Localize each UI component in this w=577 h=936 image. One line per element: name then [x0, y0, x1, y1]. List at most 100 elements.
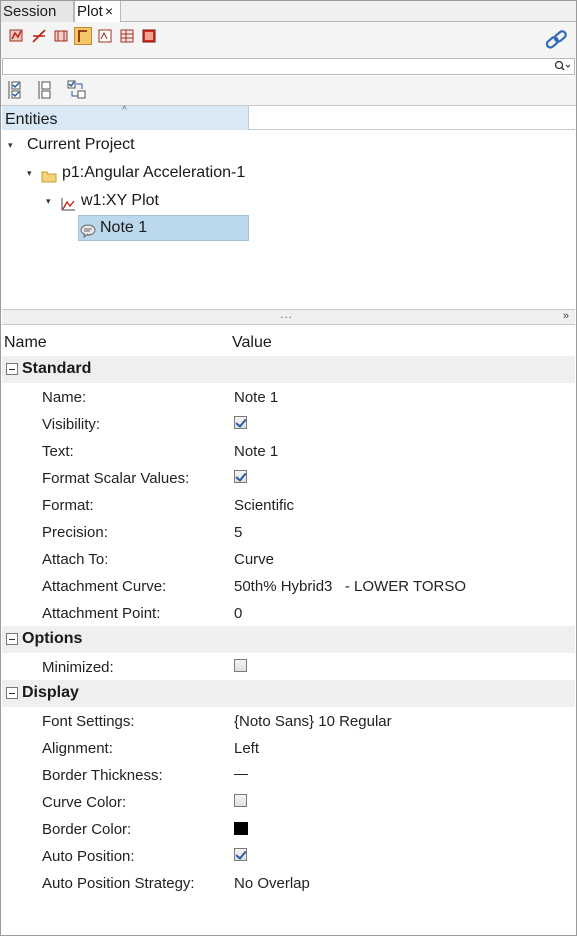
- link-icon[interactable]: [543, 28, 569, 52]
- prop-label: Text:: [42, 443, 74, 460]
- prop-label: Border Thickness:: [42, 767, 163, 784]
- prop-value[interactable]: Note 1: [234, 389, 278, 406]
- prop-row-minimized: Minimized:: [2, 653, 575, 680]
- page-icon[interactable]: [140, 27, 158, 45]
- prop-label: Attachment Curve:: [42, 578, 167, 595]
- prop-row-attachment-point: Attachment Point: 0: [2, 599, 575, 626]
- prop-row-format-scalar: Format Scalar Values:: [2, 464, 575, 491]
- prop-row-border-color: Border Color:: [2, 815, 575, 842]
- tab-plot-label: Plot: [77, 3, 103, 20]
- prop-label: Attach To:: [42, 551, 109, 568]
- tab-session-label: Session: [3, 3, 57, 20]
- entities-label: Entities: [5, 111, 58, 128]
- tab-session[interactable]: Session: [0, 0, 74, 22]
- prop-row-visibility: Visibility:: [2, 410, 575, 437]
- prop-row-curve-color: Curve Color:: [2, 788, 575, 815]
- tree-item-page[interactable]: ▾ p1:Angular Acceleration-1: [2, 160, 302, 186]
- collapse-icon[interactable]: [6, 687, 18, 699]
- prop-row-format: Format: Scientific: [2, 491, 575, 518]
- group-options[interactable]: Options: [2, 626, 575, 653]
- close-icon[interactable]: ×: [105, 3, 113, 19]
- prop-value[interactable]: 50th% Hybrid3 - LOWER TORSO: [234, 578, 466, 595]
- table-icon[interactable]: [118, 27, 136, 45]
- group-standard[interactable]: Standard: [2, 356, 575, 383]
- entity-tree: ▾ Current Project ▾ p1:Angular Accelerat…: [2, 131, 575, 309]
- plot-toolbar: [0, 22, 577, 58]
- entities-header: ^ Entities: [2, 105, 575, 130]
- check-all-icon[interactable]: [6, 79, 28, 101]
- format-scalar-checkbox[interactable]: [234, 470, 247, 483]
- prop-label: Auto Position Strategy:: [42, 875, 195, 892]
- search-input[interactable]: [2, 58, 575, 75]
- prop-row-alignment: Alignment: Left: [2, 734, 575, 761]
- curve-color-checkbox[interactable]: [234, 794, 247, 807]
- group-label: Options: [22, 630, 83, 647]
- prop-row-border-thickness: Border Thickness:: [2, 761, 575, 788]
- prop-row-attach-to: Attach To: Curve: [2, 545, 575, 572]
- prop-label: Attachment Point:: [42, 605, 161, 622]
- splitter-grip: ...: [280, 307, 294, 321]
- prop-row-attachment-curve: Attachment Curve: 50th% Hybrid3 - LOWER …: [2, 572, 575, 599]
- note-tool-icon[interactable]: [74, 27, 92, 45]
- datum-icon[interactable]: [52, 27, 70, 45]
- minimized-checkbox[interactable]: [234, 659, 247, 672]
- prop-label: Font Settings:: [42, 713, 135, 730]
- line-thickness-icon[interactable]: [234, 774, 248, 775]
- expand-icon[interactable]: ▾: [27, 160, 32, 186]
- group-label: Standard: [22, 360, 92, 377]
- prop-value[interactable]: Left: [234, 740, 259, 757]
- xy-plot-icon: [60, 194, 76, 211]
- expand-icon[interactable]: ▾: [8, 132, 13, 158]
- border-color-swatch[interactable]: [234, 822, 248, 835]
- tree-item-window[interactable]: ▾ w1:XY Plot: [2, 188, 302, 214]
- tree-item-label: p1:Angular Acceleration-1: [62, 164, 246, 181]
- prop-label: Minimized:: [42, 659, 114, 676]
- prop-label: Precision:: [42, 524, 108, 541]
- prop-label: Visibility:: [42, 416, 101, 433]
- plot-axes-icon[interactable]: [8, 27, 26, 45]
- prop-value[interactable]: {Noto Sans} 10 Regular: [234, 713, 392, 730]
- prop-value[interactable]: 5: [234, 524, 242, 541]
- collapse-icon[interactable]: [6, 363, 18, 375]
- collapse-chevron-icon[interactable]: »: [563, 310, 569, 322]
- prop-label: Name:: [42, 389, 87, 406]
- curve-icon[interactable]: [30, 27, 48, 45]
- prop-label: Curve Color:: [42, 794, 127, 811]
- group-label: Display: [22, 684, 79, 701]
- prop-label: Border Color:: [42, 821, 132, 838]
- prop-value[interactable]: Scientific: [234, 497, 294, 514]
- entities-column-header[interactable]: ^ Entities: [2, 105, 249, 130]
- toggle-check-icon[interactable]: [66, 79, 88, 101]
- prop-row-precision: Precision: 5: [2, 518, 575, 545]
- auto-position-checkbox[interactable]: [234, 848, 247, 861]
- tree-item-note[interactable]: Note 1: [78, 215, 249, 241]
- name-column-header: Name: [4, 334, 47, 351]
- prop-label: Alignment:: [42, 740, 113, 757]
- property-grid-header: Name Value: [2, 326, 575, 356]
- tree-item-label: Current Project: [27, 136, 135, 153]
- prop-value[interactable]: Note 1: [234, 443, 278, 460]
- prop-row-font-settings: Font Settings: {Noto Sans} 10 Regular: [2, 707, 575, 734]
- tab-plot[interactable]: Plot ×: [74, 0, 121, 23]
- property-grid: Name Value Standard Name: Note 1 Visibil…: [2, 326, 575, 934]
- note-icon: [80, 221, 96, 239]
- expand-icon[interactable]: ▾: [46, 188, 51, 214]
- prop-value[interactable]: Curve: [234, 551, 274, 568]
- prop-value[interactable]: 0: [234, 605, 242, 622]
- collapse-icon[interactable]: [6, 633, 18, 645]
- prop-row-auto-position-strategy: Auto Position Strategy: No Overlap: [2, 869, 575, 896]
- group-display[interactable]: Display: [2, 680, 575, 707]
- tree-item-current-project[interactable]: ▾ Current Project: [2, 132, 302, 158]
- search-icon[interactable]: [554, 60, 571, 74]
- uncheck-all-icon[interactable]: [36, 79, 58, 101]
- tree-item-label: w1:XY Plot: [81, 192, 159, 209]
- visibility-checkbox[interactable]: [234, 416, 247, 429]
- folder-icon: [41, 166, 57, 183]
- prop-label: Auto Position:: [42, 848, 135, 865]
- sort-caret-icon: ^: [122, 105, 127, 116]
- prop-value[interactable]: No Overlap: [234, 875, 310, 892]
- panel-splitter[interactable]: ... »: [2, 307, 575, 325]
- legend-icon[interactable]: [96, 27, 114, 45]
- prop-row-auto-position: Auto Position:: [2, 842, 575, 869]
- value-column-header: Value: [232, 334, 272, 351]
